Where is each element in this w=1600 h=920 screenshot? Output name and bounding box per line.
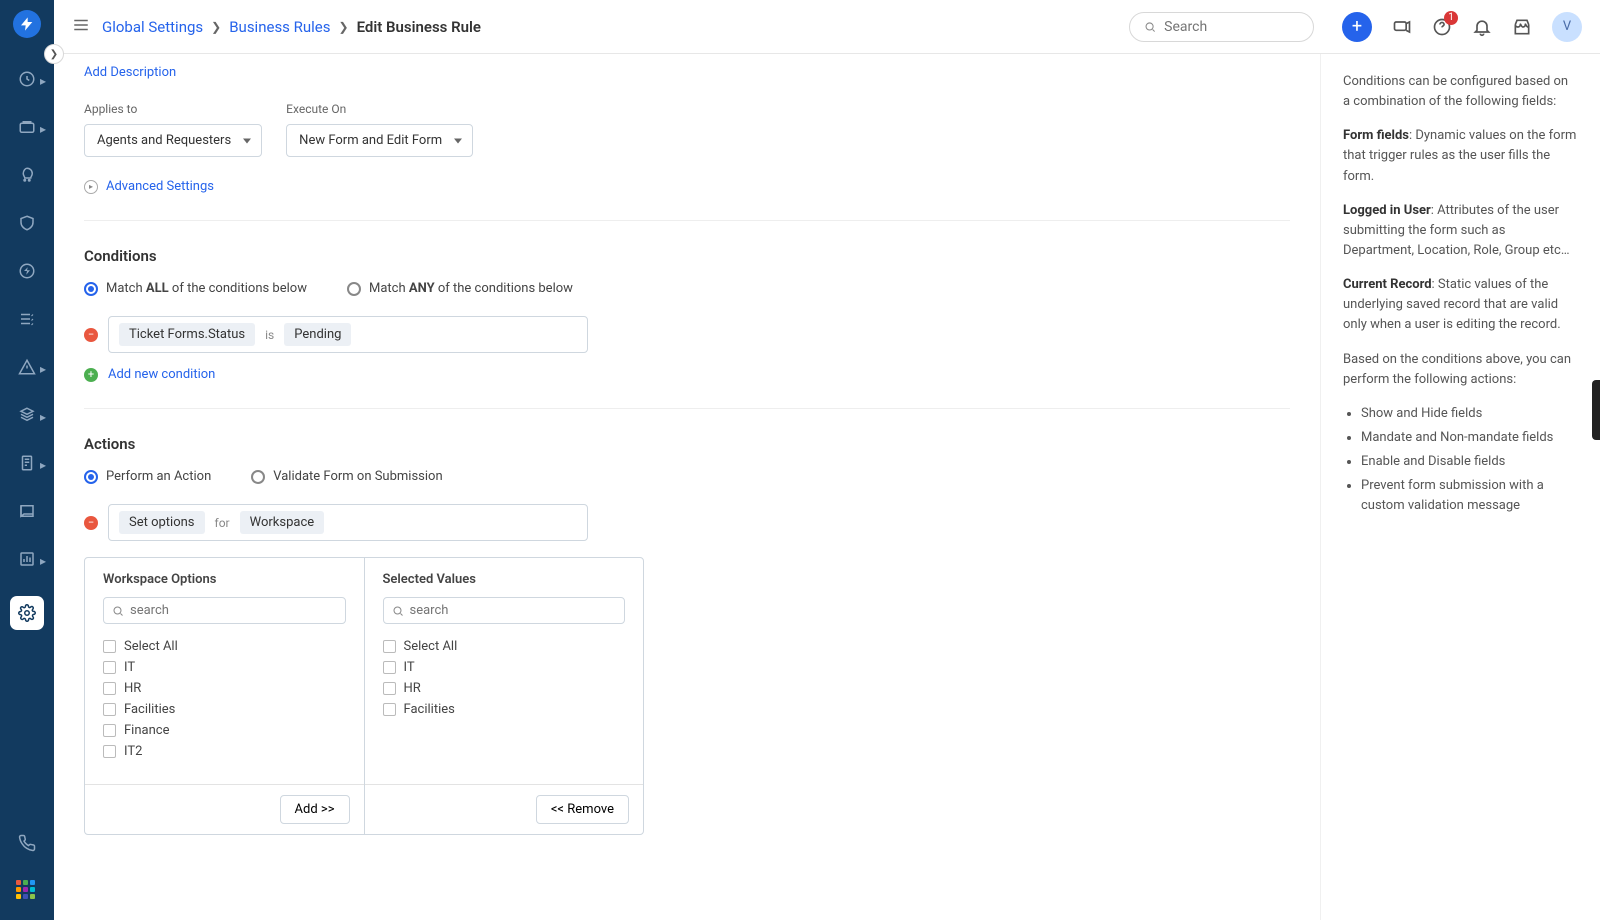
remove-condition-button[interactable]: − [84, 328, 98, 342]
top-header: Global Settings ❯ Business Rules ❯ Edit … [54, 0, 1600, 54]
match-any-radio[interactable]: Match ANY of the conditions below [347, 281, 573, 296]
radio-on-icon [84, 470, 98, 484]
condition-field[interactable]: Ticket Forms.Status [119, 323, 255, 346]
nav-changes-icon[interactable] [16, 260, 38, 282]
action-expression[interactable]: Set options for Workspace [108, 504, 588, 541]
nav-assets-icon[interactable]: ▸ [16, 404, 38, 426]
option-checkbox[interactable]: HR [103, 678, 346, 699]
nav-problems-icon[interactable] [16, 164, 38, 186]
help-icon[interactable]: 1 [1432, 17, 1452, 37]
chevron-right-icon: ❯ [339, 20, 349, 34]
actions-heading: Actions [84, 435, 1290, 453]
add-options-button[interactable]: Add >> [280, 795, 350, 824]
chevron-right-icon: ▸ [84, 180, 98, 194]
option-checkbox[interactable]: Facilities [383, 699, 626, 720]
radio-off-icon [251, 470, 265, 484]
nav-tickets-icon[interactable]: ▸ [16, 116, 38, 138]
radio-off-icon [347, 282, 361, 296]
bell-icon[interactable] [1472, 17, 1492, 37]
search-icon [1144, 20, 1156, 34]
breadcrumb-rules[interactable]: Business Rules [229, 18, 330, 36]
breadcrumb: Global Settings ❯ Business Rules ❯ Edit … [102, 18, 481, 36]
global-search[interactable] [1129, 12, 1314, 42]
advanced-settings-toggle[interactable]: ▸ Advanced Settings [84, 179, 1290, 194]
help-bullet: Prevent form submission with a custom va… [1361, 476, 1578, 516]
user-avatar[interactable]: V [1552, 12, 1582, 42]
available-heading: Workspace Options [85, 558, 364, 597]
selected-heading: Selected Values [365, 558, 644, 597]
option-checkbox[interactable]: IT [103, 657, 346, 678]
option-checkbox[interactable]: HR [383, 678, 626, 699]
breadcrumb-global[interactable]: Global Settings [102, 18, 203, 36]
nav-tasks-icon[interactable] [16, 308, 38, 330]
help-intro: Conditions can be configured based on a … [1343, 72, 1578, 112]
nav-alerts-icon[interactable]: ▸ [16, 356, 38, 378]
available-search-input[interactable] [130, 603, 337, 618]
new-button[interactable]: + [1342, 12, 1372, 42]
perform-action-radio[interactable]: Perform an Action [84, 469, 211, 484]
action-type[interactable]: Set options [119, 511, 205, 534]
plus-icon: + [84, 368, 98, 382]
main-content: Add Description Applies to Agents and Re… [54, 54, 1320, 920]
nav-solutions-icon[interactable] [16, 500, 38, 522]
action-target[interactable]: Workspace [240, 511, 325, 534]
applies-to-select[interactable]: Agents and Requesters [84, 124, 262, 157]
search-icon [392, 605, 404, 617]
applies-to-label: Applies to [84, 102, 262, 116]
remove-options-button[interactable]: << Remove [536, 795, 629, 824]
action-row: − Set options for Workspace [84, 504, 1290, 541]
option-checkbox[interactable]: IT [383, 657, 626, 678]
nav-dashboard-icon[interactable]: ▸ [16, 68, 38, 90]
radio-on-icon [84, 282, 98, 296]
validate-form-radio[interactable]: Validate Form on Submission [251, 469, 442, 484]
condition-row: − Ticket Forms.Status is Pending [84, 316, 1290, 353]
selected-search[interactable] [383, 597, 626, 624]
execute-on-select[interactable]: New Form and Edit Form [286, 124, 473, 157]
nav-contracts-icon[interactable]: ▸ [16, 452, 38, 474]
help-panel: Conditions can be configured based on a … [1320, 54, 1600, 920]
nav-phone-icon[interactable] [16, 832, 38, 854]
search-input[interactable] [1164, 19, 1299, 35]
search-icon [112, 605, 124, 617]
help-bullet: Enable and Disable fields [1361, 452, 1578, 472]
execute-on-label: Execute On [286, 102, 473, 116]
select-all-checkbox[interactable]: Select All [103, 636, 346, 657]
condition-operator: is [265, 328, 274, 342]
remove-action-button[interactable]: − [84, 516, 98, 530]
hamburger-menu-icon[interactable] [72, 16, 90, 38]
option-checkbox[interactable]: Finance [103, 720, 346, 741]
left-navbar: ❯ ▸ ▸ ▸ ▸ ▸ ▸ [0, 0, 54, 920]
selected-search-input[interactable] [410, 603, 617, 618]
help-bullet: Mandate and Non-mandate fields [1361, 428, 1578, 448]
app-logo[interactable] [13, 10, 41, 38]
available-search[interactable] [103, 597, 346, 624]
breadcrumb-current: Edit Business Rule [357, 18, 481, 36]
help-actions-intro: Based on the conditions above, you can p… [1343, 350, 1578, 390]
nav-apps-icon[interactable] [16, 880, 38, 902]
chevron-right-icon: ❯ [211, 20, 221, 34]
nav-reports-icon[interactable]: ▸ [16, 548, 38, 570]
conditions-heading: Conditions [84, 247, 1290, 265]
option-checkbox[interactable]: Facilities [103, 699, 346, 720]
option-checkbox[interactable]: IT2 [103, 741, 346, 762]
help-badge: 1 [1444, 11, 1458, 25]
nav-settings-icon[interactable] [10, 596, 44, 630]
marketplace-icon[interactable] [1512, 17, 1532, 37]
selected-values-column: Selected Values Select All ITHRFacilitie… [365, 558, 644, 834]
available-options-column: Workspace Options Select All ITHRFacilit… [85, 558, 365, 834]
nav-shield-icon[interactable] [16, 212, 38, 234]
condition-expression[interactable]: Ticket Forms.Status is Pending [108, 316, 588, 353]
match-all-radio[interactable]: Match ALL of the conditions below [84, 281, 307, 296]
help-bullet: Show and Hide fields [1361, 404, 1578, 424]
help-toggle-tab[interactable] [1592, 380, 1600, 440]
condition-value[interactable]: Pending [284, 323, 351, 346]
select-all-checkbox[interactable]: Select All [383, 636, 626, 657]
add-description-link[interactable]: Add Description [84, 65, 176, 80]
options-picker: Workspace Options Select All ITHRFacilit… [84, 557, 644, 835]
action-for-label: for [215, 516, 230, 530]
announcements-icon[interactable] [1392, 17, 1412, 37]
expand-sidebar-toggle[interactable]: ❯ [44, 44, 64, 64]
add-condition-link[interactable]: + Add new condition [84, 367, 1290, 382]
